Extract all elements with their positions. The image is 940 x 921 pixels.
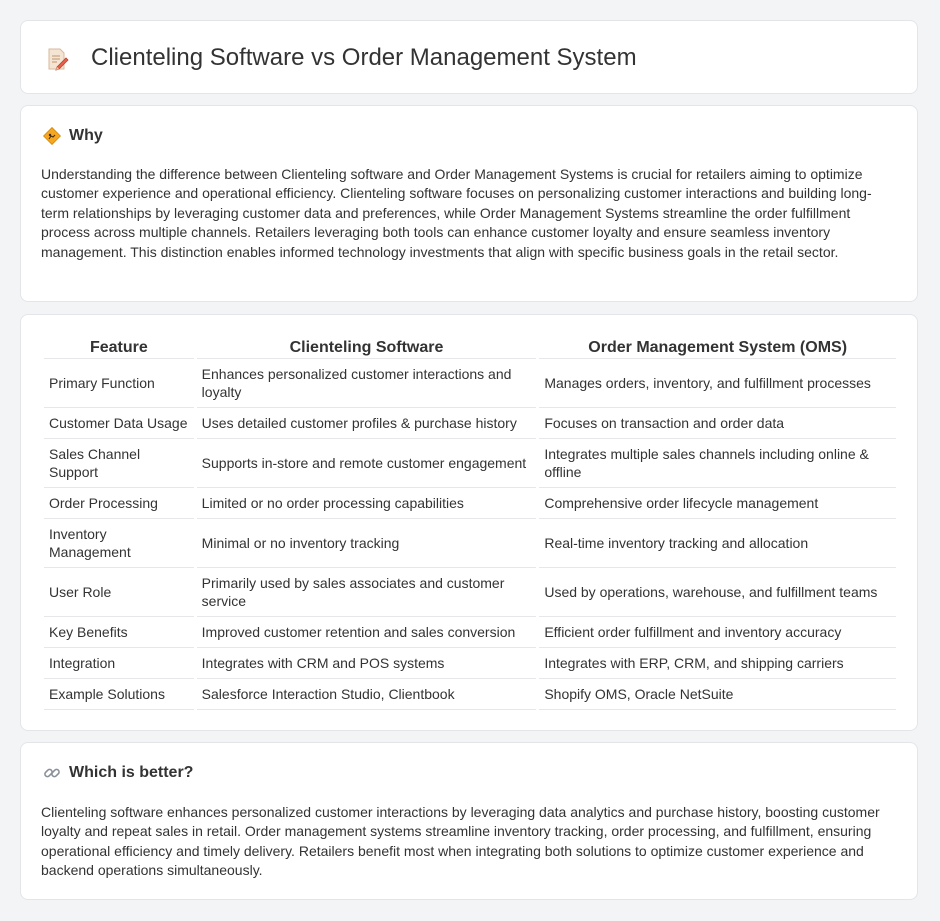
column-header: Clienteling Software	[196, 335, 537, 359]
oms-cell: Shopify OMS, Oracle NetSuite	[539, 679, 896, 710]
oms-cell: Comprehensive order lifecycle management	[539, 488, 896, 519]
clienteling-cell: Integrates with CRM and POS systems	[196, 648, 537, 679]
clienteling-cell: Limited or no order processing capabilit…	[196, 488, 537, 519]
oms-cell: Used by operations, warehouse, and fulfi…	[539, 568, 896, 617]
better-text: Clienteling software enhances personaliz…	[41, 804, 880, 879]
table-row: Customer Data Usage Uses detailed custom…	[44, 408, 896, 439]
page-title: Clienteling Software vs Order Management…	[91, 44, 637, 71]
feature-cell: Customer Data Usage	[44, 408, 194, 439]
clienteling-cell: Improved customer retention and sales co…	[196, 617, 537, 648]
clienteling-cell: Enhances personalized customer interacti…	[196, 359, 537, 408]
clienteling-cell: Salesforce Interaction Studio, Clientboo…	[196, 679, 537, 710]
better-heading: Which is better?	[69, 764, 194, 781]
why-section: Why Understanding the difference between…	[20, 105, 918, 302]
table-row: Sales Channel Support Supports in-store …	[44, 439, 896, 488]
table-row: Inventory Management Minimal or no inven…	[44, 519, 896, 568]
comparison-card: Feature Clienteling Software Order Manag…	[20, 314, 918, 731]
clienteling-cell: Primarily used by sales associates and c…	[196, 568, 537, 617]
table-row: User Role Primarily used by sales associ…	[44, 568, 896, 617]
clienteling-cell: Supports in-store and remote customer en…	[196, 439, 537, 488]
clienteling-cell: Minimal or no inventory tracking	[196, 519, 537, 568]
which-is-better-section: Which is better? Clienteling software en…	[20, 742, 918, 900]
why-heading: Why	[69, 127, 103, 144]
feature-cell: User Role	[44, 568, 194, 617]
column-header: Order Management System (OMS)	[539, 335, 896, 359]
table-row: Key Benefits Improved customer retention…	[44, 617, 896, 648]
column-header: Feature	[44, 335, 194, 359]
comparison-table: Feature Clienteling Software Order Manag…	[41, 335, 899, 710]
oms-cell: Integrates with ERP, CRM, and shipping c…	[539, 648, 896, 679]
feature-cell: Example Solutions	[44, 679, 194, 710]
link-icon	[44, 768, 60, 778]
table-header-row: Feature Clienteling Software Order Manag…	[44, 335, 896, 359]
oms-cell: Focuses on transaction and order data	[539, 408, 896, 439]
feature-cell: Key Benefits	[44, 617, 194, 648]
document-pencil-icon	[48, 48, 69, 71]
header-card: Clienteling Software vs Order Management…	[20, 20, 918, 94]
table-row: Order Processing Limited or no order pro…	[44, 488, 896, 519]
clienteling-cell: Uses detailed customer profiles & purcha…	[196, 408, 537, 439]
table-row: Primary Function Enhances personalized c…	[44, 359, 896, 408]
table-row: Example Solutions Salesforce Interaction…	[44, 679, 896, 710]
oms-cell: Real-time inventory tracking and allocat…	[539, 519, 896, 568]
feature-cell: Primary Function	[44, 359, 194, 408]
feature-cell: Integration	[44, 648, 194, 679]
oms-cell: Efficient order fulfillment and inventor…	[539, 617, 896, 648]
why-heading-row: Why	[43, 126, 103, 146]
feature-cell: Sales Channel Support	[44, 439, 194, 488]
feature-cell: Inventory Management	[44, 519, 194, 568]
why-text: Understanding the difference between Cli…	[41, 166, 872, 260]
oms-cell: Manages orders, inventory, and fulfillme…	[539, 359, 896, 408]
feature-cell: Order Processing	[44, 488, 194, 519]
table-row: Integration Integrates with CRM and POS …	[44, 648, 896, 679]
better-heading-row: Which is better?	[43, 763, 193, 783]
oms-cell: Integrates multiple sales channels inclu…	[539, 439, 896, 488]
warning-sign-icon	[43, 127, 61, 145]
